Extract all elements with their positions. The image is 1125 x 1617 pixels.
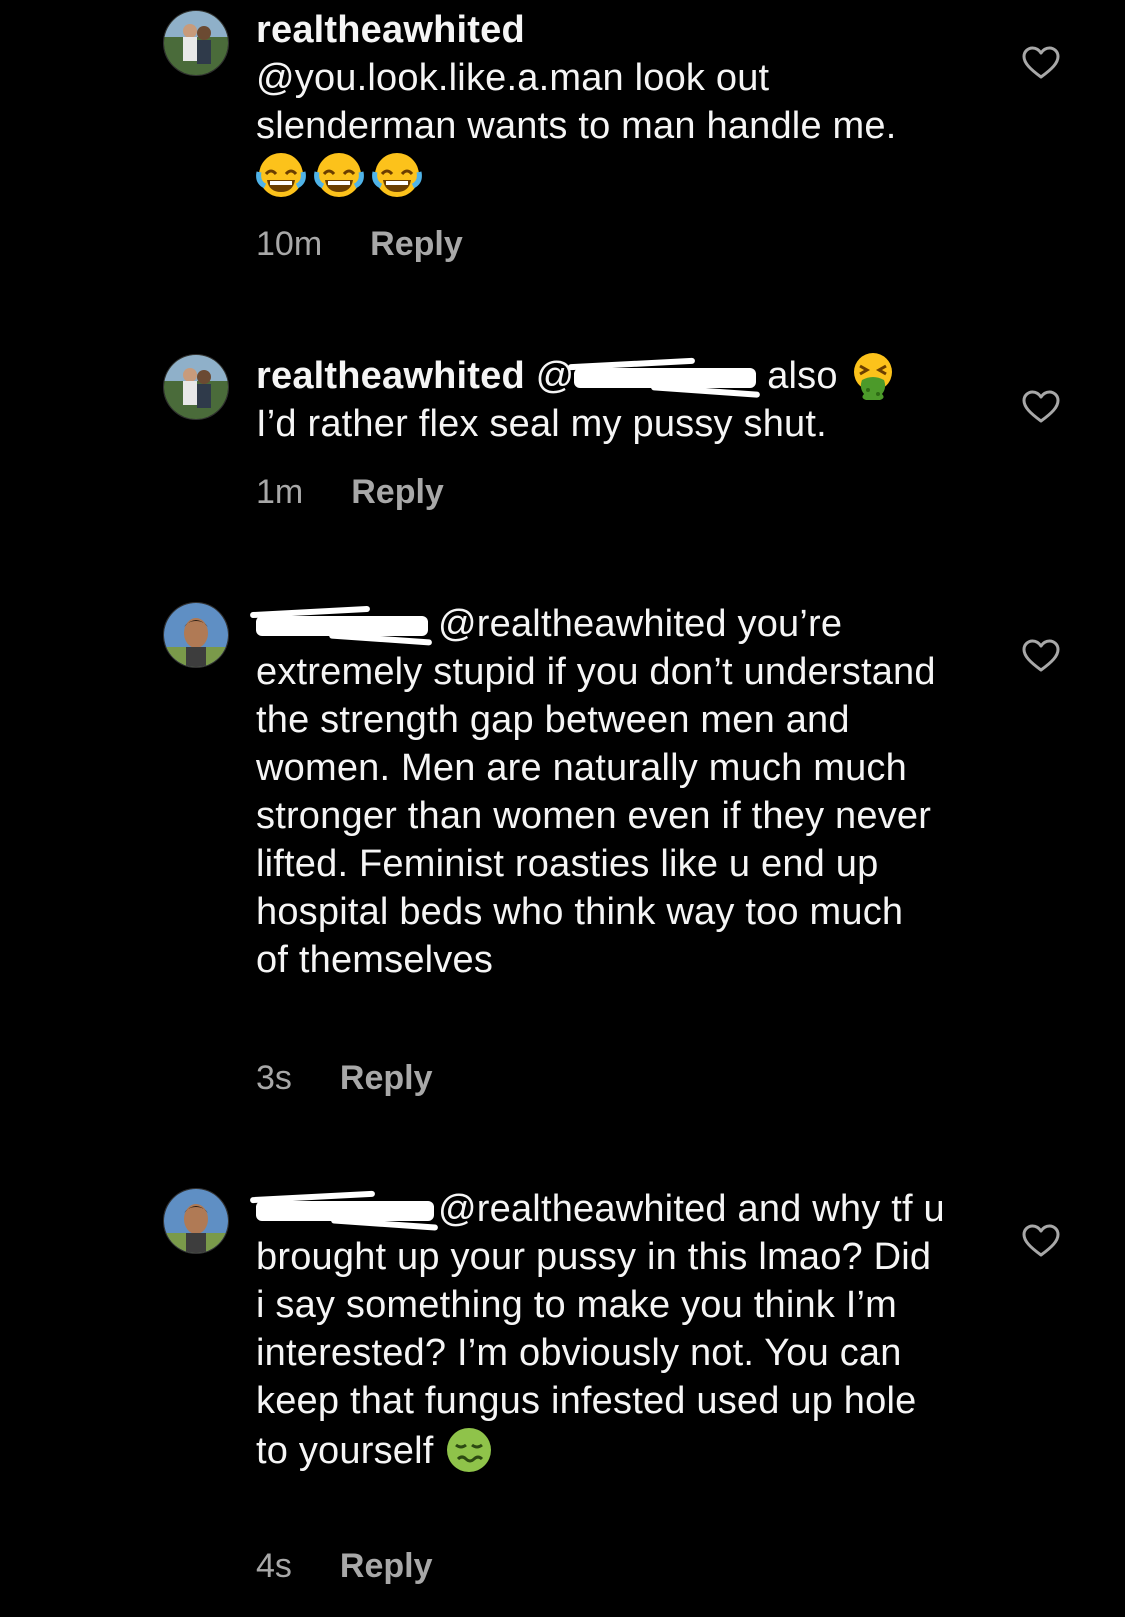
heart-outline-icon[interactable]: [1022, 390, 1060, 424]
comment-meta: 10m Reply: [256, 224, 463, 264]
comment-body: @realtheawhited and why tf u brought up …: [256, 1185, 946, 1475]
comment-body: realtheawhited @ also I’d rather flex se…: [256, 350, 946, 448]
vomiting-emoji: [848, 350, 898, 400]
nauseated-emoji: [444, 1425, 494, 1473]
redacted-username: [256, 615, 428, 636]
joy-emoji: [256, 150, 306, 198]
avatar[interactable]: [163, 354, 229, 420]
comment-meta: 4s Reply: [256, 1546, 433, 1586]
avatar[interactable]: [163, 602, 229, 668]
comment-body: @realtheawhited you’re extremely stupid …: [256, 600, 946, 984]
comment-text: @realtheawhited and why tf u brought up …: [256, 1188, 945, 1472]
timestamp: 10m: [256, 225, 323, 263]
timestamp: 1m: [256, 473, 304, 511]
reply-button[interactable]: Reply: [340, 1059, 433, 1097]
redacted-username: [256, 1200, 434, 1221]
username[interactable]: realtheawhited: [256, 9, 525, 51]
mention-prefix[interactable]: @: [536, 355, 575, 397]
reply-button[interactable]: Reply: [351, 473, 444, 511]
reply-button[interactable]: Reply: [370, 225, 463, 263]
avatar[interactable]: [163, 1188, 229, 1254]
comment-text: @you.look.like.a.man look out slenderman…: [256, 57, 897, 147]
joy-emoji: [314, 150, 364, 198]
comment-text-line1: also: [767, 355, 838, 397]
avatar[interactable]: [163, 10, 229, 76]
comment-meta: 1m Reply: [256, 472, 444, 512]
heart-outline-icon[interactable]: [1022, 639, 1060, 673]
timestamp: 4s: [256, 1547, 292, 1585]
comment-body: realtheawhited @you.look.like.a.man look…: [256, 6, 946, 200]
heart-outline-icon[interactable]: [1022, 1224, 1060, 1258]
heart-outline-icon[interactable]: [1022, 46, 1060, 80]
redacted-mention: [574, 367, 757, 388]
username[interactable]: realtheawhited: [256, 355, 525, 397]
joy-emoji: [372, 150, 422, 198]
comment-text: @realtheawhited you’re extremely stupid …: [256, 603, 936, 981]
reply-button[interactable]: Reply: [340, 1547, 433, 1585]
comment-meta: 3s Reply: [256, 1058, 433, 1098]
timestamp: 3s: [256, 1059, 292, 1097]
comment-text-line2: I’d rather flex seal my pussy shut.: [256, 403, 827, 445]
